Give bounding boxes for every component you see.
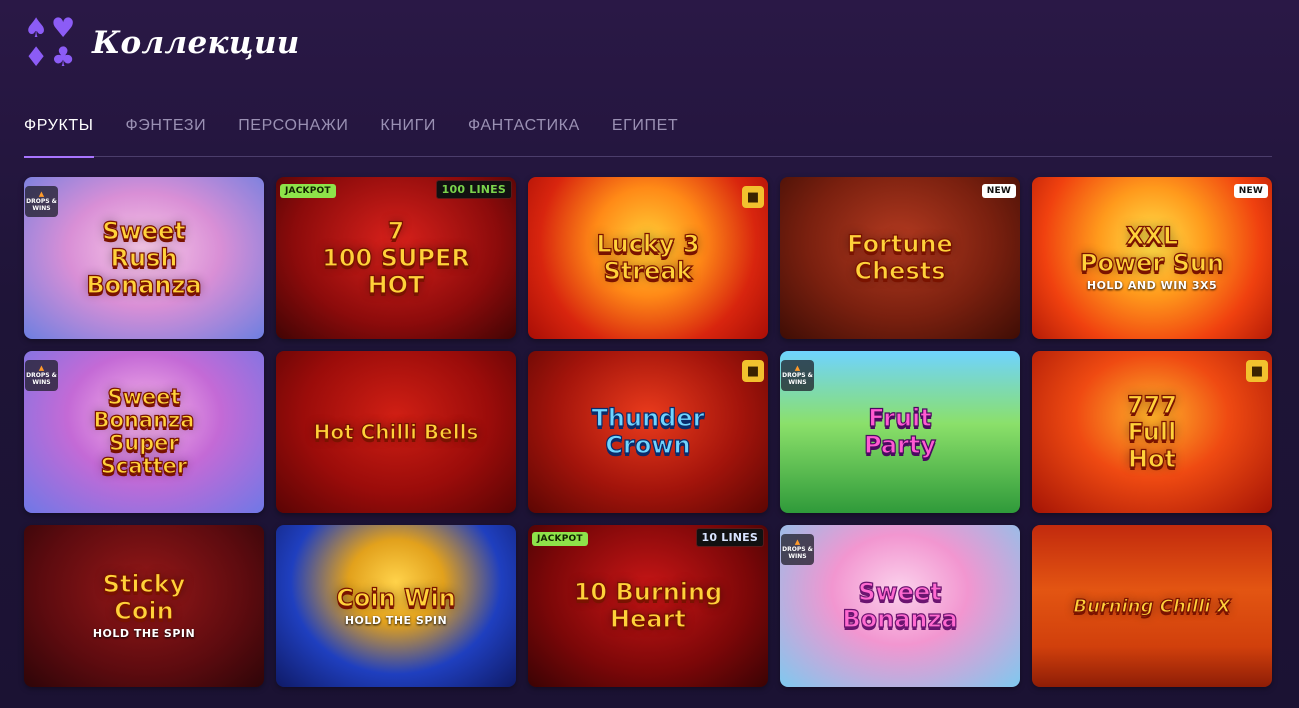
game-card-sweet-rush-bonanza[interactable]: DROPS & WINS Sweet Rush Bonanza <box>24 177 264 339</box>
drops-and-wins-icon: DROPS & WINS <box>781 360 814 391</box>
game-card-xxl-power-sun[interactable]: NEW XXL Power Sun HOLD AND WIN 3X5 <box>1032 177 1272 339</box>
game-title: Sweet Rush Bonanza <box>86 216 203 299</box>
game-title: Thunder Crown <box>591 404 705 459</box>
game-title: Sticky Coin HOLD THE SPIN <box>79 544 209 668</box>
gift-icon: ■ <box>742 186 764 208</box>
lines-badge: 10 LINES <box>695 528 764 547</box>
game-subtitle: HOLD THE SPIN <box>92 627 196 640</box>
game-title: Lucky 3 Streak <box>596 230 700 285</box>
game-card-coin-win[interactable]: Coin Win HOLD THE SPIN <box>276 525 516 687</box>
game-card-fortune-chests[interactable]: NEW Fortune Chests <box>780 177 1020 339</box>
collection-tabs: ФРУКТЫ ФЭНТЕЗИ ПЕРСОНАЖИ КНИГИ ФАНТАСТИК… <box>24 112 1272 158</box>
game-card-burning-chilli-x[interactable]: Burning Chilli X <box>1032 525 1272 687</box>
tab-egypt[interactable]: ЕГИПЕТ <box>612 112 678 157</box>
game-title: 10 Burning Heart <box>573 578 723 633</box>
new-badge: NEW <box>981 184 1016 198</box>
lines-badge: 100 LINES <box>435 180 512 199</box>
gift-icon: ■ <box>1246 360 1268 382</box>
tab-books[interactable]: КНИГИ <box>380 112 436 157</box>
game-card-sweet-bonanza[interactable]: DROPS & WINS Sweet Bonanza <box>780 525 1020 687</box>
game-title: Sweet Bonanza <box>842 578 959 633</box>
page-header: ♠ ♥ ♦ ♣ Коллекции <box>24 14 300 72</box>
game-card-full-hot[interactable]: ■ 777 Full Hot <box>1032 351 1272 513</box>
gift-icon: ■ <box>742 360 764 382</box>
game-subtitle: HOLD AND WIN 3X5 <box>1086 279 1218 292</box>
game-title: Fruit Party <box>863 404 937 459</box>
page-title: Коллекции <box>92 25 300 61</box>
game-card-sticky-coin[interactable]: Sticky Coin HOLD THE SPIN <box>24 525 264 687</box>
game-card-100-super-hot[interactable]: JACKPOT 100 LINES 7 100 SUPER HOT <box>276 177 516 339</box>
game-title: 7 100 SUPER HOT <box>322 216 471 299</box>
tab-fantasy[interactable]: ФЭНТЕЗИ <box>126 112 207 157</box>
game-card-sweet-bonanza-super-scatter[interactable]: DROPS & WINS Sweet Bonanza Super Scatter <box>24 351 264 513</box>
game-card-10-burning-heart[interactable]: JACKPOT 10 LINES 10 Burning Heart <box>528 525 768 687</box>
game-title-main: Coin Win <box>336 583 457 612</box>
game-card-hot-chilli-bells[interactable]: Hot Chilli Bells <box>276 351 516 513</box>
games-grid: DROPS & WINS Sweet Rush Bonanza JACKPOT … <box>24 177 1272 687</box>
game-title: Burning Chilli X <box>1073 595 1231 617</box>
game-title: Fortune Chests <box>847 230 954 285</box>
drops-and-wins-icon: DROPS & WINS <box>781 534 814 565</box>
club-icon: ♣ <box>51 42 76 73</box>
spade-icon: ♠ <box>24 13 49 44</box>
game-card-thunder-crown[interactable]: ■ Thunder Crown <box>528 351 768 513</box>
tab-sci-fi[interactable]: ФАНТАСТИКА <box>468 112 580 157</box>
game-subtitle: HOLD THE SPIN <box>344 613 448 627</box>
diamond-icon: ♦ <box>24 42 49 73</box>
tab-characters[interactable]: ПЕРСОНАЖИ <box>238 112 348 157</box>
game-title: Coin Win HOLD THE SPIN <box>322 558 470 655</box>
game-card-lucky-streak-3[interactable]: ■ Lucky 3 Streak <box>528 177 768 339</box>
game-title-main: Sticky Coin <box>102 570 186 625</box>
drops-and-wins-icon: DROPS & WINS <box>25 360 58 391</box>
game-title: 777 Full Hot <box>1126 390 1178 473</box>
new-badge: NEW <box>1233 184 1268 198</box>
game-title: Hot Chilli Bells <box>313 419 479 444</box>
jackpot-badge: JACKPOT <box>532 532 588 546</box>
collections-logo: ♠ ♥ ♦ ♣ <box>24 15 78 71</box>
jackpot-badge: JACKPOT <box>280 184 336 198</box>
drops-and-wins-icon: DROPS & WINS <box>25 186 58 217</box>
game-title-main: XXL Power Sun <box>1079 222 1225 277</box>
tab-fruits[interactable]: ФРУКТЫ <box>24 112 94 158</box>
heart-icon: ♥ <box>51 13 76 44</box>
game-card-fruit-party[interactable]: DROPS & WINS Fruit Party <box>780 351 1020 513</box>
game-title: XXL Power Sun HOLD AND WIN 3X5 <box>1066 196 1238 320</box>
game-title: Sweet Bonanza Super Scatter <box>93 385 195 478</box>
